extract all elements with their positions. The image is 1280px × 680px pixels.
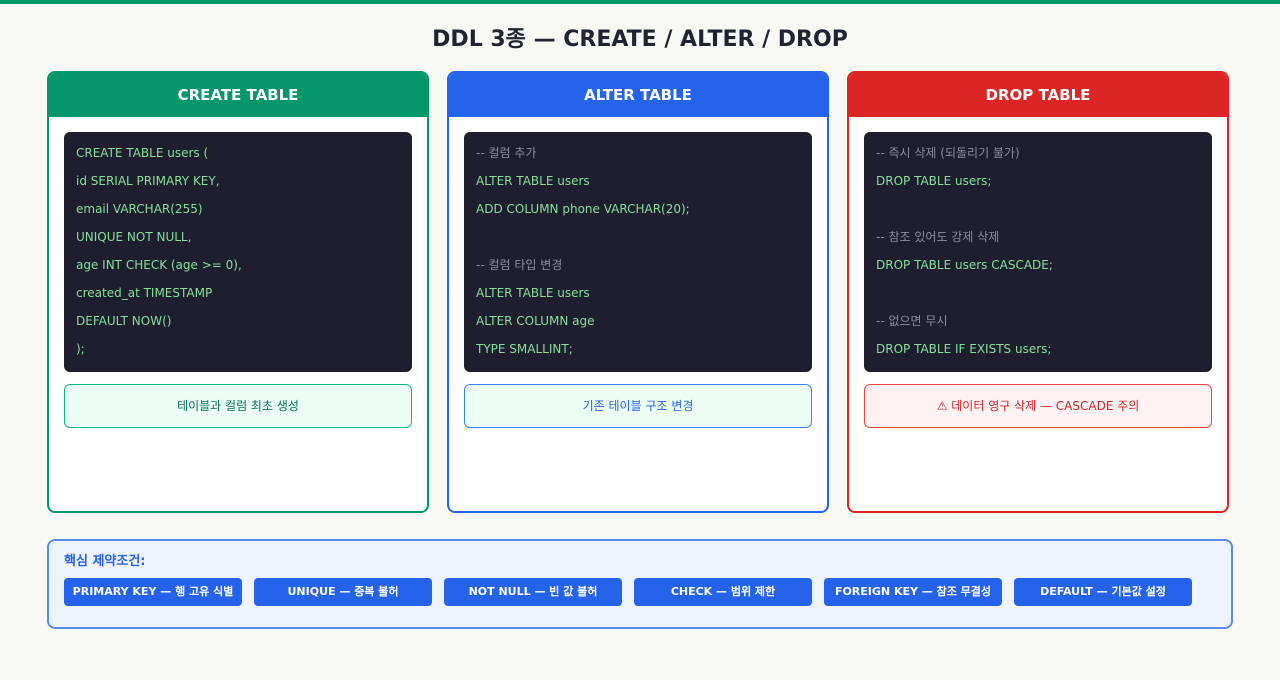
code-line: email VARCHAR(255) — [76, 202, 203, 216]
code-line: ALTER COLUMN age — [476, 314, 595, 328]
constraint-chip-foreign-key: FOREIGN KEY — 참조 무결성 — [824, 578, 1002, 606]
alter-table-header: ALTER TABLE — [449, 73, 827, 117]
constraint-chip-primary-key: PRIMARY KEY — 행 고유 식별 — [64, 578, 242, 606]
alter-table-note: 기존 테이블 구조 변경 — [464, 384, 812, 428]
constraint-chip-unique: UNIQUE — 중복 불허 — [254, 578, 432, 606]
code-line: DROP TABLE users; — [876, 174, 992, 188]
create-table-code-block: CREATE TABLE users ( id SERIAL PRIMARY K… — [64, 132, 412, 372]
create-table-header: CREATE TABLE — [49, 73, 427, 117]
create-table-note: 테이블과 컬럼 최초 생성 — [64, 384, 412, 428]
code-line: UNIQUE NOT NULL, — [76, 230, 192, 244]
code-comment-line: -- 컬럼 타입 변경 — [476, 258, 563, 272]
code-line: DEFAULT NOW() — [76, 314, 172, 328]
code-line: ALTER TABLE users — [476, 174, 590, 188]
constraints-panel: 핵심 제약조건: PRIMARY KEY — 행 고유 식별 UNIQUE — … — [47, 539, 1233, 629]
drop-table-warning-note: ⚠ 데이터 영구 삭제 — CASCADE 주의 — [864, 384, 1212, 428]
code-line: DROP TABLE IF EXISTS users; — [876, 342, 1052, 356]
code-line: DROP TABLE users CASCADE; — [876, 258, 1053, 272]
code-line: age INT CHECK (age >= 0), — [76, 258, 242, 272]
create-table-card: CREATE TABLE CREATE TABLE users ( id SER… — [47, 71, 429, 513]
code-line: CREATE TABLE users ( — [76, 146, 209, 160]
page-title: DDL 3종 — CREATE / ALTER / DROP — [432, 27, 848, 52]
constraints-title: 핵심 제약조건: — [64, 554, 146, 569]
code-comment-line: -- 즉시 삭제 (되돌리기 불가) — [876, 146, 1020, 160]
constraint-chip-default: DEFAULT — 기본값 설정 — [1014, 578, 1192, 606]
code-line: ); — [76, 342, 85, 356]
code-line: ALTER TABLE users — [476, 286, 590, 300]
code-line: created_at TIMESTAMP — [76, 286, 213, 300]
code-line: id SERIAL PRIMARY KEY, — [76, 174, 220, 188]
drop-table-header: DROP TABLE — [849, 73, 1227, 117]
drop-table-card: DROP TABLE -- 즉시 삭제 (되돌리기 불가) DROP TABLE… — [847, 71, 1229, 513]
code-comment-line: -- 없으면 무시 — [876, 314, 948, 328]
code-comment-line: -- 컬럼 추가 — [476, 146, 537, 160]
alter-table-card: ALTER TABLE -- 컬럼 추가 ALTER TABLE users A… — [447, 71, 829, 513]
constraint-chip-check: CHECK — 범위 제한 — [634, 578, 812, 606]
code-line: ADD COLUMN phone VARCHAR(20); — [476, 202, 690, 216]
code-comment-line: -- 참조 있어도 강제 삭제 — [876, 230, 1000, 244]
constraint-chip-not-null: NOT NULL — 빈 값 불허 — [444, 578, 622, 606]
code-line: TYPE SMALLINT; — [476, 342, 573, 356]
alter-table-code-block: -- 컬럼 추가 ALTER TABLE users ADD COLUMN ph… — [464, 132, 812, 372]
top-accent-bar — [0, 0, 1280, 4]
drop-table-code-block: -- 즉시 삭제 (되돌리기 불가) DROP TABLE users; -- … — [864, 132, 1212, 372]
